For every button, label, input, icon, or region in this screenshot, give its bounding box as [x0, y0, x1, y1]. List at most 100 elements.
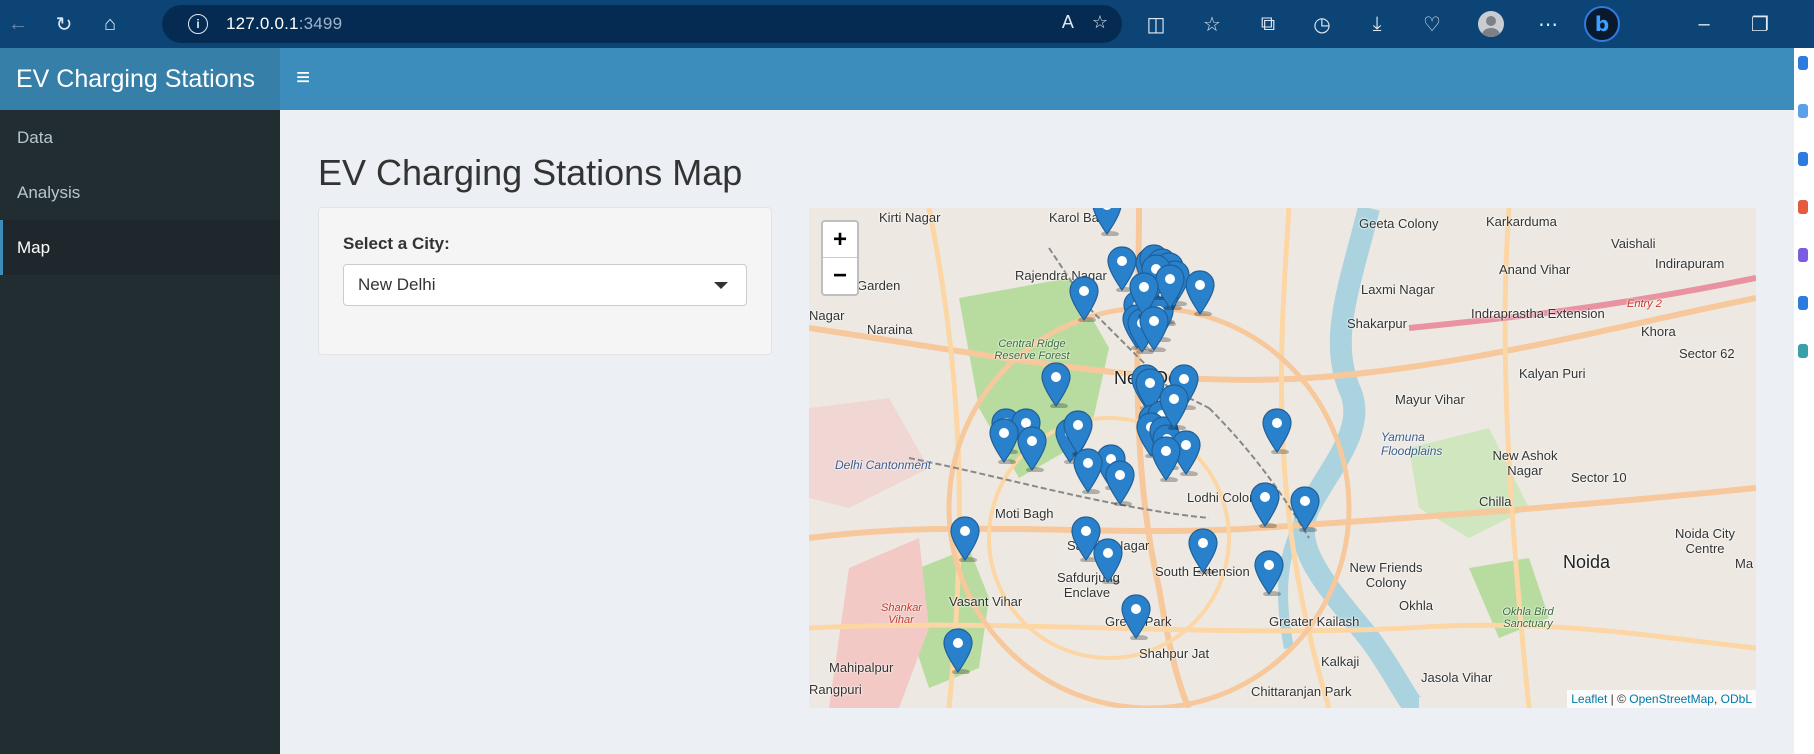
history-icon[interactable]: ◷ [1306, 8, 1338, 40]
map-place-label: Kalyan Puri [1519, 366, 1586, 381]
map-place-label: Vasant Vihar [949, 594, 1023, 609]
station-marker-icon[interactable] [1073, 448, 1103, 494]
map-place-label: Karkarduma [1486, 214, 1557, 229]
edge-app-icon[interactable] [1798, 200, 1808, 214]
map-attribution: Leaflet | © OpenStreetMap, ODbL [1567, 690, 1756, 708]
map-place-label: Ma [1735, 556, 1754, 571]
map-place-label: Jasola Vihar [1421, 670, 1493, 685]
station-marker-icon[interactable] [1250, 482, 1280, 528]
downloads-icon[interactable]: ⤓ [1361, 8, 1393, 40]
map-place-label: Shakarpur [1347, 316, 1407, 331]
map-place-label: Kirti Nagar [879, 210, 941, 225]
shiny-dashboard: EV Charging Stations ≡ Data Analysis Map… [0, 48, 1794, 754]
home-icon[interactable]: ⌂ [94, 8, 126, 40]
station-marker-icon[interactable] [989, 418, 1019, 464]
main-content: EV Charging Stations Map Select a City: … [280, 110, 1794, 754]
station-marker-icon[interactable] [1041, 362, 1071, 408]
minimize-icon[interactable]: – [1688, 8, 1720, 40]
osm-link[interactable]: OpenStreetMap [1629, 692, 1714, 706]
odbl-link[interactable]: ODbL [1721, 692, 1752, 706]
address-bar[interactable]: i 127.0.0.1:3499 A ☆ [162, 5, 1122, 43]
leaflet-map[interactable]: Kirti Nagar Karol Bagh Geeta Colony Kark… [809, 208, 1756, 708]
edge-app-icon[interactable] [1798, 152, 1808, 166]
map-place-label: Vaishali [1611, 236, 1656, 251]
station-marker-icon[interactable] [1105, 460, 1135, 506]
site-info-icon[interactable]: i [188, 14, 208, 34]
zoom-control: + − [821, 220, 859, 296]
edge-app-icon[interactable] [1798, 296, 1808, 310]
map-place-label: Nagar [809, 308, 845, 323]
station-marker-icon[interactable] [950, 516, 980, 562]
station-marker-icon[interactable] [1290, 486, 1320, 532]
more-options-icon[interactable]: ⋯ [1532, 8, 1564, 40]
browser-essentials-icon[interactable]: ♡ [1416, 8, 1448, 40]
city-select[interactable]: New Delhi [343, 264, 747, 306]
station-marker-icon[interactable] [1121, 594, 1151, 640]
map-place-label: Rangpuri [809, 682, 862, 697]
map-place-label: Geeta Colony [1359, 216, 1439, 231]
station-marker-icon[interactable] [1093, 538, 1123, 584]
sidebar-toggle-icon[interactable]: ≡ [296, 66, 320, 90]
map-place-label: Mahipalpur [829, 660, 894, 675]
edge-sidebar-strip [1794, 48, 1814, 754]
map-place-label: Shankar Vihar [881, 602, 922, 626]
map-place-label: New Friends Colony [1349, 560, 1423, 590]
attribution-comma: , [1713, 692, 1721, 706]
map-place-label: Sector 62 [1679, 346, 1735, 361]
collections-icon[interactable]: ⧉ [1252, 8, 1284, 40]
browser-toolbar: ← ↻ ⌂ i 127.0.0.1:3499 A ☆ ◫ ☆ ⧉ ◷ ⤓ ♡ ⋯… [0, 0, 1814, 48]
edge-app-icon[interactable] [1798, 104, 1808, 118]
profile-avatar[interactable] [1478, 11, 1504, 37]
map-place-label: Entry 2 [1627, 298, 1662, 310]
sidebar: Data Analysis Map [0, 110, 280, 754]
favorites-icon[interactable]: ☆ [1196, 8, 1228, 40]
city-filter-panel: Select a City: New Delhi [318, 207, 772, 355]
edge-app-icon[interactable] [1798, 248, 1808, 262]
edge-app-icon[interactable] [1798, 344, 1808, 358]
station-marker-icon[interactable] [1159, 384, 1189, 430]
read-aloud-icon[interactable]: A [1062, 12, 1074, 33]
station-marker-icon[interactable] [1092, 208, 1122, 236]
sidebar-item-data[interactable]: Data [0, 110, 280, 165]
sidebar-item-map[interactable]: Map [0, 220, 280, 275]
map-place-label: Mayur Vihar [1395, 392, 1465, 407]
copilot-icon[interactable]: b [1584, 6, 1620, 42]
map-place-label: Chittaranjan Park [1251, 684, 1352, 699]
station-marker-icon[interactable] [1185, 270, 1215, 316]
map-place-label: Kalkaji [1321, 654, 1360, 669]
map-place-label: Greater Kailash [1269, 614, 1360, 629]
map-place-label: Naraina [867, 322, 913, 337]
top-navbar: ≡ [280, 48, 1794, 110]
back-icon[interactable]: ← [2, 8, 34, 40]
station-marker-icon[interactable] [1139, 306, 1169, 352]
favorite-star-icon[interactable]: ☆ [1092, 12, 1108, 33]
station-marker-icon[interactable] [943, 628, 973, 674]
edge-app-icon[interactable] [1798, 56, 1808, 70]
zoom-in-button[interactable]: + [823, 222, 857, 258]
station-marker-icon[interactable] [1262, 408, 1292, 454]
sidebar-item-analysis[interactable]: Analysis [0, 165, 280, 220]
map-place-label-major: Noida [1563, 552, 1611, 572]
app-title: EV Charging Stations [0, 48, 280, 110]
map-place-label: Garden [857, 278, 901, 293]
map-place-label: Sector 10 [1571, 470, 1627, 485]
city-select-value: New Delhi [358, 275, 436, 294]
map-place-label: Moti Bagh [995, 506, 1054, 521]
map-place-label: Laxmi Nagar [1361, 282, 1435, 297]
restore-icon[interactable]: ❐ [1744, 8, 1776, 40]
station-marker-icon[interactable] [1017, 426, 1047, 472]
map-place-label: Chilla [1479, 494, 1512, 509]
station-marker-icon[interactable] [1155, 264, 1185, 310]
zoom-out-button[interactable]: − [823, 258, 857, 294]
station-marker-icon[interactable] [1069, 276, 1099, 322]
split-screen-icon[interactable]: ◫ [1140, 8, 1172, 40]
station-marker-icon[interactable] [1151, 436, 1181, 482]
map-place-label: New Ashok Nagar [1492, 448, 1558, 478]
refresh-icon[interactable]: ↻ [48, 8, 80, 40]
leaflet-link[interactable]: Leaflet [1571, 692, 1607, 706]
attribution-separator: | © [1607, 692, 1630, 706]
map-place-label: Indraprastha Extension [1471, 306, 1605, 321]
station-marker-icon[interactable] [1254, 550, 1284, 596]
map-place-label: Okhla [1399, 598, 1433, 613]
station-marker-icon[interactable] [1188, 528, 1218, 574]
